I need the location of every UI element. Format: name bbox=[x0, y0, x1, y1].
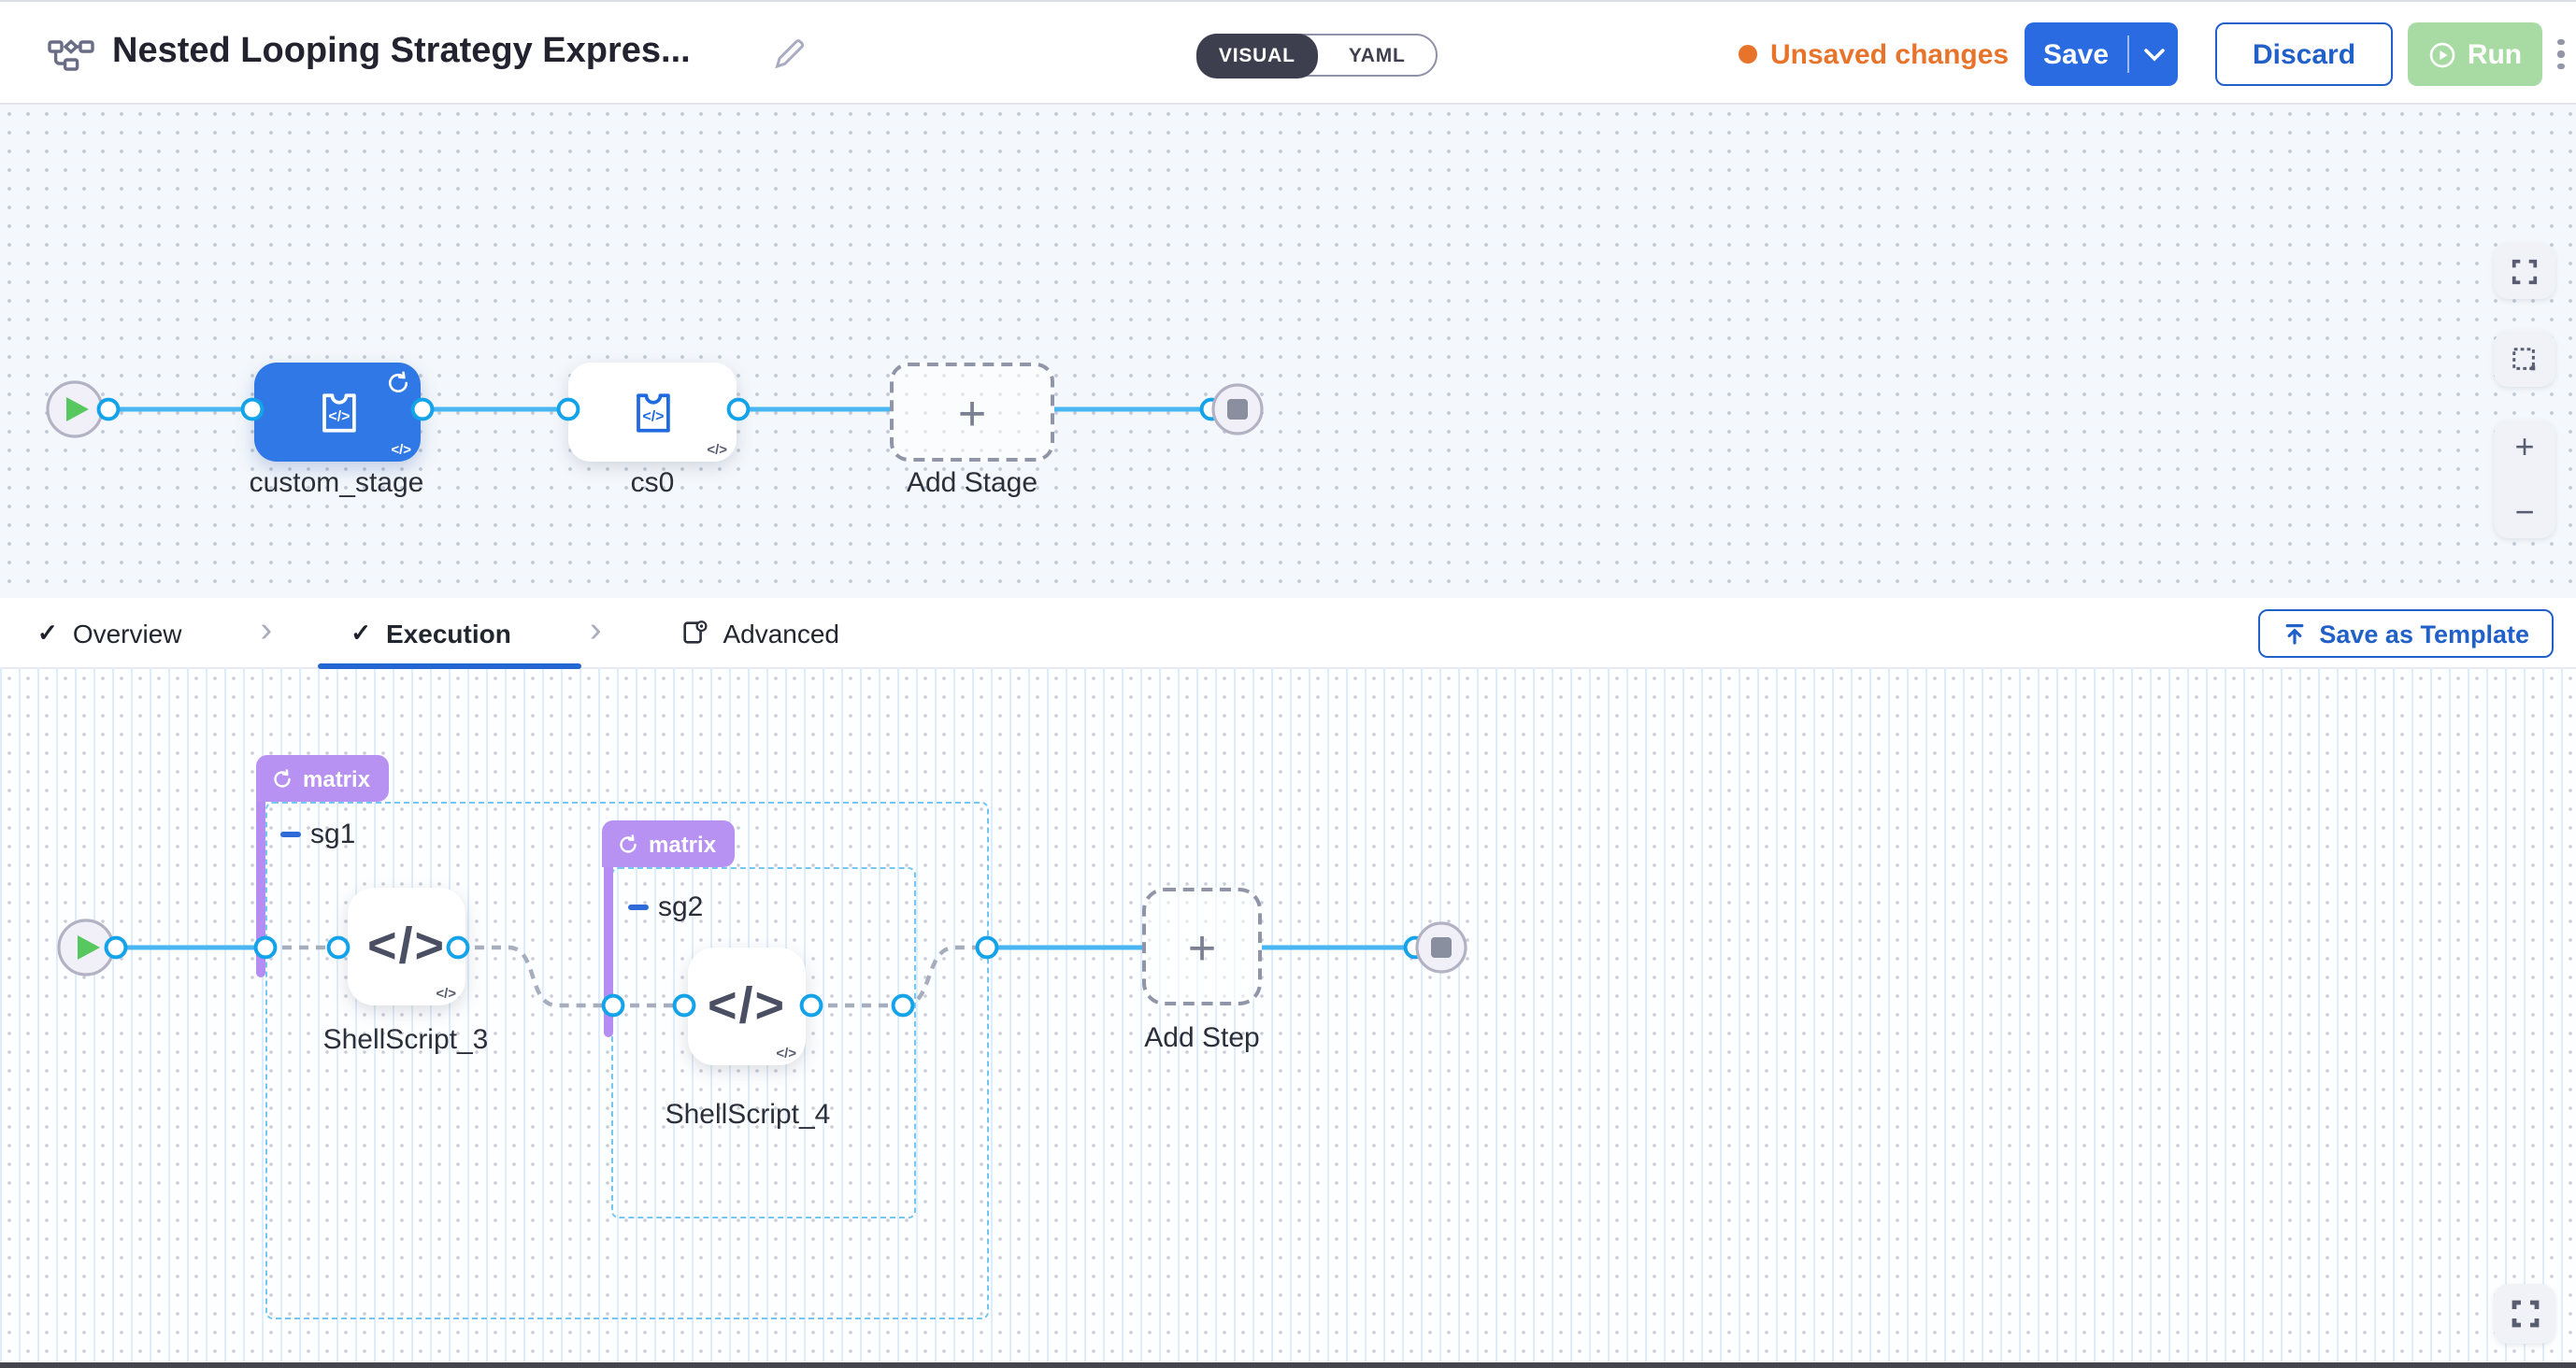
zoom-out-button[interactable]: − bbox=[2514, 503, 2534, 521]
connector-port[interactable] bbox=[1406, 938, 1425, 958]
window-bottom-edge bbox=[0, 1362, 2576, 1368]
stepgroup-label-sg2: sg2 bbox=[628, 891, 703, 923]
step-node-shellscript-3[interactable]: </> </> bbox=[348, 888, 465, 1005]
page-title: Nested Looping Strategy Expres... bbox=[112, 32, 691, 73]
step-node-shellscript-4[interactable]: </> </> bbox=[688, 948, 806, 1065]
check-icon: ✓ bbox=[351, 618, 371, 648]
add-stage-button[interactable]: + bbox=[890, 363, 1054, 462]
pipeline-end-node[interactable] bbox=[1213, 385, 1262, 434]
connector-port[interactable] bbox=[1202, 400, 1222, 420]
save-as-template-label: Save as Template bbox=[2319, 620, 2529, 648]
custom-stage-icon: </> bbox=[624, 385, 680, 441]
connector-port[interactable] bbox=[99, 400, 119, 420]
tab-execution[interactable]: ✓ Execution bbox=[351, 618, 511, 648]
stage-node-custom-stage[interactable]: </> </> bbox=[254, 363, 421, 462]
stepgroup-dash-icon bbox=[628, 905, 649, 911]
pipeline-toolbar: Nested Looping Strategy Expres... VISUAL… bbox=[0, 0, 2576, 105]
zoom-in-button[interactable]: + bbox=[2514, 437, 2534, 456]
tab-advanced-label: Advanced bbox=[723, 618, 839, 648]
canvas-fullscreen-button[interactable] bbox=[2494, 1284, 2555, 1344]
loop-icon bbox=[271, 767, 293, 790]
stage-node-cs0[interactable]: </> </> bbox=[568, 363, 737, 462]
tab-advanced[interactable]: Advanced bbox=[680, 618, 839, 648]
matrix-strategy-tag-sg1[interactable]: matrix bbox=[256, 755, 389, 802]
code-badge-icon: </> bbox=[707, 441, 727, 458]
run-button-label[interactable]: Run bbox=[2468, 38, 2522, 70]
svg-text:</>: </> bbox=[642, 408, 664, 424]
pipeline-start-node[interactable] bbox=[48, 382, 102, 436]
toggle-yaml[interactable]: YAML bbox=[1319, 36, 1436, 75]
unsaved-changes-status: Unsaved changes bbox=[1739, 2, 2009, 107]
save-button-label[interactable]: Save bbox=[2025, 38, 2127, 70]
plus-icon: + bbox=[958, 388, 986, 436]
tab-overview-label: Overview bbox=[73, 618, 182, 648]
canvas-fullscreen-button[interactable] bbox=[2494, 243, 2555, 299]
connector-port[interactable] bbox=[107, 938, 126, 958]
marquee-select-icon bbox=[2511, 345, 2539, 373]
step-label: ShellScript_3 bbox=[293, 1024, 518, 1056]
code-badge-icon: </> bbox=[436, 985, 456, 1002]
matrix-tag-label: matrix bbox=[649, 831, 716, 857]
stage-label: cs0 bbox=[540, 467, 765, 499]
save-options-chevron-down-icon[interactable] bbox=[2129, 48, 2178, 61]
code-badge-icon: </> bbox=[776, 1045, 796, 1062]
matrix-group-bar bbox=[604, 867, 613, 1037]
toggle-visual[interactable]: VISUAL bbox=[1195, 33, 1319, 78]
play-icon bbox=[66, 397, 89, 421]
edit-title-pencil-icon[interactable] bbox=[770, 36, 808, 73]
unsaved-changes-label: Unsaved changes bbox=[1770, 38, 2009, 70]
stage-section-tabbar: ✓ Overview › ✓ Execution › Advanced Save… bbox=[0, 598, 2576, 669]
check-icon: ✓ bbox=[37, 618, 58, 648]
execution-steps-canvas[interactable]: matrix sg1 matrix sg2 </> </> </> < bbox=[0, 669, 2576, 1362]
run-button[interactable]: Run bbox=[2408, 22, 2542, 86]
fullscreen-icon bbox=[2510, 1299, 2540, 1329]
stop-icon bbox=[1227, 399, 1248, 420]
loop-icon bbox=[617, 833, 639, 855]
visual-yaml-toggle[interactable]: VISUAL YAML bbox=[1196, 34, 1438, 77]
run-play-icon bbox=[2428, 40, 2456, 68]
kebab-menu[interactable] bbox=[2546, 30, 2576, 78]
looping-strategy-icon bbox=[385, 370, 411, 396]
matrix-group-bar bbox=[256, 802, 265, 977]
svg-text:</>: </> bbox=[328, 408, 350, 424]
advanced-tab-icon bbox=[680, 619, 708, 647]
active-tab-underline bbox=[318, 663, 581, 669]
pipeline-icon bbox=[47, 32, 95, 77]
play-icon bbox=[78, 935, 100, 960]
chevron-separator-icon: › bbox=[590, 610, 602, 651]
stage-pipeline-canvas[interactable]: </> </> </> </> + custom_stage cs0 Add S… bbox=[0, 105, 2576, 598]
fullscreen-icon bbox=[2511, 257, 2539, 285]
chevron-separator-icon: › bbox=[261, 610, 273, 651]
execution-start-node[interactable] bbox=[59, 920, 113, 975]
matrix-tag-label: matrix bbox=[303, 765, 370, 791]
save-as-template-button[interactable]: Save as Template bbox=[2257, 609, 2554, 658]
execution-end-node[interactable] bbox=[1417, 923, 1466, 972]
discard-button-label[interactable]: Discard bbox=[2253, 38, 2355, 70]
add-stage-label: Add Stage bbox=[860, 467, 1084, 499]
discard-button[interactable]: Discard bbox=[2215, 22, 2393, 86]
unsaved-dot-icon bbox=[1739, 45, 1757, 64]
zoom-controls: + − bbox=[2494, 420, 2555, 538]
plus-icon: + bbox=[1188, 922, 1216, 971]
stage-label: custom_stage bbox=[206, 467, 467, 499]
custom-stage-icon: </> bbox=[310, 385, 366, 441]
stop-icon bbox=[1431, 937, 1452, 958]
upload-icon bbox=[2282, 621, 2306, 646]
add-step-button[interactable]: + bbox=[1142, 888, 1262, 1005]
code-badge-icon: </> bbox=[391, 441, 411, 458]
marquee-select-button[interactable] bbox=[2494, 331, 2555, 387]
tab-execution-label: Execution bbox=[386, 618, 511, 648]
matrix-strategy-tag-sg2[interactable]: matrix bbox=[602, 820, 735, 867]
stepgroup-dash-icon bbox=[280, 832, 301, 838]
tab-overview[interactable]: ✓ Overview bbox=[37, 618, 182, 648]
save-button[interactable]: Save bbox=[2025, 22, 2178, 86]
add-step-label: Add Step bbox=[1090, 1022, 1314, 1054]
stepgroup-label-sg1: sg1 bbox=[280, 819, 355, 850]
step-label: ShellScript_4 bbox=[636, 1099, 860, 1131]
